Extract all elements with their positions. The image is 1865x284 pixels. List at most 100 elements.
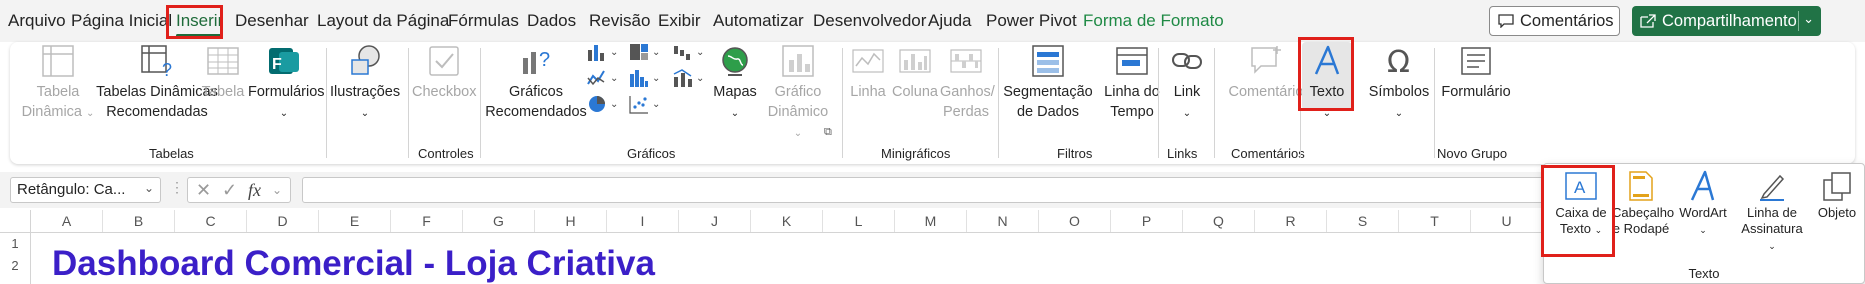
column-header-f[interactable]: F <box>391 210 463 232</box>
linha-tempo-label-2: Tempo <box>1110 104 1154 120</box>
menu-formulas[interactable]: Fórmulas <box>448 11 519 31</box>
column-header-q[interactable]: Q <box>1183 210 1255 232</box>
menu-desenhar[interactable]: Desenhar <box>235 11 309 31</box>
graficos-recomendados-button[interactable]: ? Gráficos Recomendados <box>484 44 588 122</box>
mapas-button[interactable]: Mapas ⌄ <box>706 44 764 124</box>
sparkline-ganhos-perdas-button[interactable]: Ganhos/ Perdas <box>940 44 995 122</box>
tabela-label: Tabela <box>201 84 245 100</box>
segmentacao-dados-button[interactable]: Segmentação de Dados <box>1002 44 1094 122</box>
row-header-2[interactable]: 2 <box>0 258 30 273</box>
cabecalho-rodape-button[interactable]: Cabeçalho e Rodapé <box>1612 170 1674 237</box>
column-header-r[interactable]: R <box>1255 210 1327 232</box>
formula-buttons: ✕ ✓ fx ⌄ <box>187 177 291 203</box>
tabela-dinamica-label-1: Tabela <box>36 84 80 100</box>
column-header-s[interactable]: S <box>1327 210 1399 232</box>
linha-de-assinatura-button[interactable]: Linha de Assinatura ⌄ <box>1736 170 1808 254</box>
more-options-icon[interactable]: ⋮ <box>170 179 184 196</box>
column-header-b[interactable]: B <box>103 210 175 232</box>
menu-ajuda[interactable]: Ajuda <box>928 11 971 31</box>
row-header-1[interactable]: 1 <box>0 236 30 251</box>
menu-dados[interactable]: Dados <box>527 11 576 31</box>
objeto-button[interactable]: Objeto <box>1810 170 1864 221</box>
pie-chart-icon <box>589 96 605 112</box>
menu-inserir[interactable]: Inserir <box>176 11 224 37</box>
dialog-launcher-icon[interactable]: ⧉ <box>824 126 832 139</box>
scatter-chart-dropdown[interactable]: ⌄ <box>628 94 660 114</box>
recommended-charts-icon: ? <box>523 49 550 74</box>
tabela-button[interactable]: Tabela <box>200 44 246 102</box>
fx-icon[interactable]: fx <box>248 180 261 201</box>
column-header-a[interactable]: A <box>31 210 103 232</box>
enter-icon[interactable]: ✓ <box>222 180 237 201</box>
menu-automatizar[interactable]: Automatizar <box>713 11 804 31</box>
table-icon <box>207 47 239 75</box>
formulario-button[interactable]: Formulário <box>1438 44 1514 102</box>
caixa-de-texto-button[interactable]: A Caixa de Texto ⌄ <box>1548 170 1614 238</box>
link-button[interactable]: Link ⌄ <box>1160 44 1214 124</box>
column-header-h[interactable]: H <box>535 210 607 232</box>
menu-revisao[interactable]: Revisão <box>589 11 650 31</box>
sparkline-linha-label: Linha <box>850 84 886 100</box>
menu-arquivo[interactable]: Arquivo <box>8 11 66 31</box>
column-header-p[interactable]: P <box>1111 210 1183 232</box>
column-header-g[interactable]: G <box>463 210 535 232</box>
sparkline-linha-button[interactable]: Linha <box>846 44 890 102</box>
combo-chart-dropdown[interactable]: ⌄ <box>672 68 704 88</box>
column-header-l[interactable]: L <box>823 210 895 232</box>
dropdown-group-label: Texto <box>1688 266 1720 281</box>
column-header-o[interactable]: O <box>1039 210 1111 232</box>
column-header-m[interactable]: M <box>895 210 967 232</box>
statistic-chart-dropdown[interactable]: ⌄ <box>628 68 660 88</box>
pie-chart-dropdown[interactable]: ⌄ <box>586 94 618 114</box>
hierarchy-chart-dropdown[interactable]: ⌄ <box>628 42 660 62</box>
comentario-label: Comentário <box>1228 84 1304 100</box>
waterfall-icon <box>674 46 690 60</box>
comments-button[interactable]: Comentários <box>1489 6 1620 36</box>
column-header-k[interactable]: K <box>751 210 823 232</box>
slicer-icon <box>1032 45 1064 77</box>
column-header-n[interactable]: N <box>967 210 1039 232</box>
treemap-icon <box>630 44 648 60</box>
menu-exibir[interactable]: Exibir <box>658 11 701 31</box>
menu-pagina-inicial[interactable]: Página Inicial <box>71 11 172 31</box>
chevron-down-icon[interactable]: ⌄ <box>272 183 282 197</box>
name-box-value: Retângulo: Ca... <box>17 181 126 198</box>
link-label: Link <box>1173 84 1201 100</box>
texto-dropdown-panel: A Caixa de Texto ⌄ Cabeçalho e Rodapé Wo… <box>1543 163 1865 284</box>
column-header-d[interactable]: D <box>247 210 319 232</box>
column-header-u[interactable]: U <box>1471 210 1543 232</box>
sparkline-winloss-icon <box>950 49 982 73</box>
dashboard-title-textbox[interactable]: Dashboard Comercial - Loja Criativa <box>52 244 655 284</box>
menu-forma-de-formato[interactable]: Forma de Formato <box>1083 11 1224 31</box>
wordart-button[interactable]: WordArt ⌄ <box>1674 170 1732 238</box>
name-box[interactable]: Retângulo: Ca... ⌄ <box>10 177 161 203</box>
sparkline-coluna-button[interactable]: Coluna <box>892 44 938 102</box>
formularios-button[interactable]: F Formulários ⌄ <box>248 44 325 124</box>
signature-line-icon <box>1760 174 1785 201</box>
texto-button[interactable]: Texto ⌄ <box>1302 42 1352 119</box>
waterfall-chart-dropdown[interactable]: ⌄ <box>672 42 704 62</box>
scatter-chart-icon <box>629 96 648 114</box>
linha-tempo-label-1: Linha do <box>1104 84 1160 100</box>
column-header-j[interactable]: J <box>679 210 751 232</box>
column-header-e[interactable]: E <box>319 210 391 232</box>
chevron-down-icon[interactable]: ⌄ <box>1803 11 1814 27</box>
ilustracoes-button[interactable]: Ilustrações ⌄ <box>330 44 400 124</box>
simbolos-button[interactable]: Ω Símbolos ⌄ <box>1368 44 1430 124</box>
menu-power-pivot[interactable]: Power Pivot <box>986 11 1077 31</box>
tabela-dinamica-button[interactable]: Tabela Dinâmica ⌄ <box>18 44 98 124</box>
histogram-icon <box>630 70 648 87</box>
column-header-t[interactable]: T <box>1399 210 1471 232</box>
formularios-label: Formulários <box>248 84 325 100</box>
column-header-c[interactable]: C <box>175 210 247 232</box>
column-chart-dropdown[interactable]: ⌄ <box>586 42 618 62</box>
texto-label: Texto <box>1309 84 1345 100</box>
column-header-i[interactable]: I <box>607 210 679 232</box>
share-button[interactable]: Compartilhamento ⌄ <box>1632 6 1821 36</box>
cancel-icon[interactable]: ✕ <box>196 180 211 201</box>
menu-desenvolvedor[interactable]: Desenvolvedor <box>813 11 926 31</box>
line-chart-dropdown[interactable]: ⌄ <box>586 68 618 88</box>
checkbox-button[interactable]: Checkbox <box>412 44 476 102</box>
group-label-novo-grupo: Novo Grupo <box>1437 146 1508 161</box>
menu-layout-pagina[interactable]: Layout da Página <box>317 11 449 31</box>
